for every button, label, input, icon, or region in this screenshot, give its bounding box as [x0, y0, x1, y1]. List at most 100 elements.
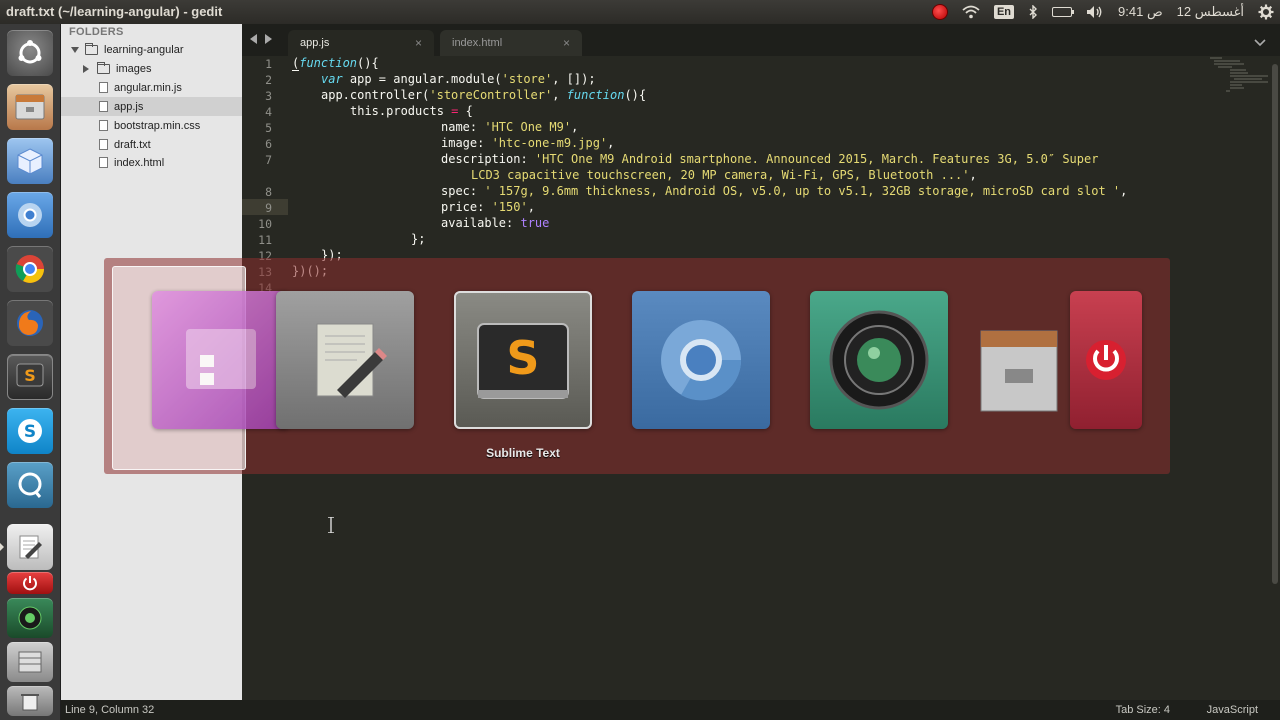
minimap[interactable]	[1210, 56, 1270, 136]
window-title: draft.txt (~/learning-angular) - gedit	[6, 4, 223, 19]
tree-item-app-js[interactable]: app.js	[61, 97, 242, 116]
line-number: 7	[265, 153, 272, 167]
clock[interactable]: 9:41 ص	[1118, 4, 1163, 20]
folders-header: FOLDERS	[69, 26, 124, 38]
tree-root-label: learning-angular	[104, 43, 184, 56]
code-line-8: spec: ' 157g, 9.6mm thickness, Android O…	[441, 184, 1128, 198]
file-icon	[99, 139, 108, 150]
code-line-10: available: true	[441, 216, 550, 230]
indicator-area: En 9:41 ص 12 أغسطس	[931, 0, 1274, 24]
close-icon[interactable]: ×	[415, 36, 422, 50]
file-icon	[99, 82, 108, 93]
svg-text:S: S	[24, 366, 36, 385]
tree-item-angular-min-js[interactable]: angular.min.js	[61, 78, 242, 97]
cursor-position: Line 9, Column 32	[65, 704, 155, 716]
active-app-arrow	[0, 543, 4, 551]
volume-icon[interactable]	[1086, 5, 1104, 19]
switcher-sublime-text-icon[interactable]: S	[454, 291, 592, 429]
file-icon	[99, 120, 108, 131]
switcher-cheese-camera-icon[interactable]	[810, 291, 948, 429]
svg-text:S: S	[24, 422, 36, 442]
tree-item-draft-txt[interactable]: draft.txt	[61, 135, 242, 154]
switcher-file-manager-icon[interactable]	[152, 291, 290, 429]
code-line-1: (function(){	[292, 56, 379, 71]
tree-root-folder[interactable]: learning-angular	[61, 40, 242, 59]
switcher-text-editor-icon[interactable]	[276, 291, 414, 429]
tab-index-html[interactable]: index.html ×	[440, 30, 582, 56]
tab-label: index.html	[452, 37, 503, 49]
wifi-icon[interactable]	[962, 5, 980, 19]
code-line-3: app.controller('storeController', functi…	[321, 88, 647, 102]
tab-scroll-left-icon[interactable]	[250, 34, 257, 44]
close-icon[interactable]: ×	[563, 36, 570, 50]
date[interactable]: 12 أغسطس	[1177, 4, 1244, 20]
line-number: 4	[265, 105, 272, 119]
line-number: 9	[265, 201, 272, 215]
file-icon	[99, 157, 108, 168]
chat-launcher-icon[interactable]	[7, 462, 53, 508]
code-line-5: name: 'HTC One M9',	[441, 120, 579, 134]
tree-item-label: index.html	[114, 156, 165, 169]
status-bar: Line 9, Column 32 Tab Size: 4 JavaScript	[61, 700, 1280, 720]
battery-icon[interactable]	[1052, 7, 1075, 17]
dash-home-icon[interactable]	[7, 30, 53, 76]
line-number: 5	[265, 121, 272, 135]
folder-open-icon	[85, 42, 98, 55]
tab-size-selector[interactable]: Tab Size: 4	[1116, 704, 1170, 716]
folder-icon	[97, 61, 110, 74]
tree-item-label: bootstrap.min.css	[114, 119, 201, 132]
switcher-selected-label: Sublime Text	[486, 446, 560, 460]
archive-launcher-icon[interactable]	[7, 642, 53, 682]
tab-app-js[interactable]: app.js ×	[288, 30, 434, 56]
power-launcher-icon[interactable]	[7, 572, 53, 594]
tree-item-bootstrap-min-css[interactable]: bootstrap.min.css	[61, 116, 242, 135]
ibeam-cursor-icon	[328, 517, 334, 533]
code-line-2: var app = angular.module('store', []);	[321, 72, 596, 86]
tree-item-label: draft.txt	[114, 138, 151, 151]
line-number: 11	[258, 233, 272, 247]
chromium-launcher-icon[interactable]	[7, 192, 53, 238]
gear-icon[interactable]	[1258, 4, 1274, 20]
syntax-selector[interactable]: JavaScript	[1207, 704, 1258, 716]
line-number: 6	[265, 137, 272, 151]
launcher: S S	[0, 24, 61, 720]
tree-item-label: images	[116, 62, 152, 75]
keyboard-layout-indicator[interactable]: En	[993, 5, 1015, 19]
code-line-9: price: '150',	[441, 200, 535, 214]
files-launcher-icon[interactable]	[7, 84, 53, 130]
code-line-11: };	[411, 232, 426, 246]
tab-list-icon[interactable]	[1254, 34, 1266, 52]
tab-scroll-right-icon[interactable]	[265, 34, 272, 44]
code-line-6: image: 'htc-one-m9.jpg',	[441, 136, 615, 150]
firefox-launcher-icon[interactable]	[7, 300, 53, 346]
chevron-down-icon[interactable]	[71, 46, 79, 53]
line-number: 2	[265, 73, 272, 87]
code-line-4: this.products = {	[350, 104, 473, 118]
app-switcher: S Sublime Text	[104, 258, 1170, 474]
skype-launcher-icon[interactable]: S	[7, 408, 53, 454]
record-indicator-icon[interactable]	[931, 4, 948, 20]
software-center-icon[interactable]	[7, 138, 53, 184]
line-number: 10	[258, 217, 272, 231]
gedit-launcher-icon[interactable]	[7, 524, 53, 570]
scrollbar-thumb[interactable]	[1272, 64, 1278, 584]
line-number: 8	[265, 185, 272, 199]
tree-item-images[interactable]: images	[61, 59, 242, 78]
trash-launcher-icon[interactable]	[7, 686, 53, 716]
line-number: 3	[265, 89, 272, 103]
media-launcher-icon[interactable]	[7, 598, 53, 638]
switcher-chromium-icon[interactable]	[632, 291, 770, 429]
vertical-scrollbar[interactable]	[1270, 56, 1280, 700]
switcher-archive-icon[interactable]	[970, 291, 1070, 429]
file-icon	[99, 101, 108, 112]
code-line-7: description: 'HTC One M9 Android smartph…	[441, 152, 1099, 166]
chevron-right-icon[interactable]	[83, 64, 89, 73]
switcher-power-icon[interactable]	[1070, 291, 1142, 429]
tree-item-index-html[interactable]: index.html	[61, 153, 242, 172]
sublime-launcher-icon[interactable]: S	[7, 354, 53, 400]
tree-item-label: angular.min.js	[114, 81, 182, 94]
top-panel: draft.txt (~/learning-angular) - gedit E…	[0, 0, 1280, 24]
bluetooth-icon[interactable]	[1028, 5, 1038, 19]
chrome-launcher-icon[interactable]	[7, 246, 53, 292]
line-number: 1	[265, 57, 272, 71]
